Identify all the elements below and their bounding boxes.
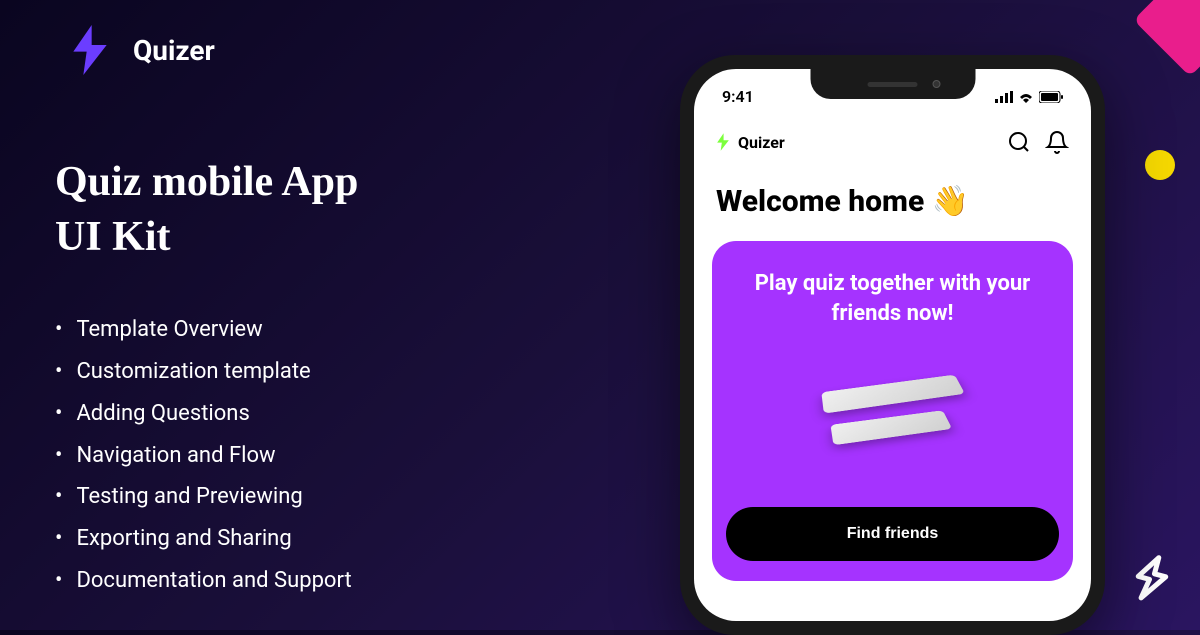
find-friends-button[interactable]: Find friends: [726, 507, 1058, 561]
app-header: Quizer: [694, 114, 1091, 170]
decorative-shape-pink: [1133, 0, 1200, 77]
battery-icon: [1039, 91, 1063, 103]
phone-screen: 9:41 Quizer Welcome home 👋 Play quiz tog…: [694, 69, 1091, 621]
decorative-bolt-icon: [1123, 549, 1178, 619]
status-icons: [995, 91, 1063, 103]
quiz-card: Play quiz together with your friends now…: [712, 241, 1073, 581]
card-title: Play quiz together with your friends now…: [734, 269, 1051, 328]
list-item: Customization template: [55, 351, 358, 393]
card-illustration: [734, 348, 1051, 478]
decorative-circle-yellow: [1145, 150, 1175, 180]
status-time: 9:41: [722, 87, 754, 106]
app-logo: Quizer: [716, 133, 785, 152]
illustration-slab: [821, 375, 965, 414]
bolt-icon: [716, 133, 730, 151]
phone-mockup: 9:41 Quizer Welcome home 👋 Play quiz tog…: [680, 55, 1105, 635]
search-icon[interactable]: [1007, 130, 1031, 154]
speaker-icon: [868, 82, 918, 87]
page-title: Quiz mobile App UI Kit: [55, 155, 358, 264]
camera-icon: [932, 80, 940, 88]
app-name: Quizer: [738, 133, 785, 152]
illustration-slab: [830, 411, 952, 446]
list-item: Template Overview: [55, 309, 358, 351]
list-item: Exporting and Sharing: [55, 518, 358, 560]
hero-content: Quiz mobile App UI Kit Template Overview…: [55, 155, 358, 602]
list-item: Navigation and Flow: [55, 435, 358, 477]
signal-icon: [995, 91, 1013, 103]
bell-icon[interactable]: [1045, 130, 1069, 154]
wifi-icon: [1018, 91, 1034, 103]
phone-notch: [810, 69, 975, 99]
feature-list: Template Overview Customization template…: [55, 309, 358, 602]
list-item: Adding Questions: [55, 393, 358, 435]
list-item: Documentation and Support: [55, 560, 358, 602]
header-actions: [1007, 130, 1069, 154]
brand-name: Quizer: [133, 34, 215, 67]
brand-logo: Quizer: [65, 25, 215, 75]
welcome-heading: Welcome home 👋: [694, 170, 1091, 241]
list-item: Testing and Previewing: [55, 476, 358, 518]
bolt-icon: [65, 25, 115, 75]
